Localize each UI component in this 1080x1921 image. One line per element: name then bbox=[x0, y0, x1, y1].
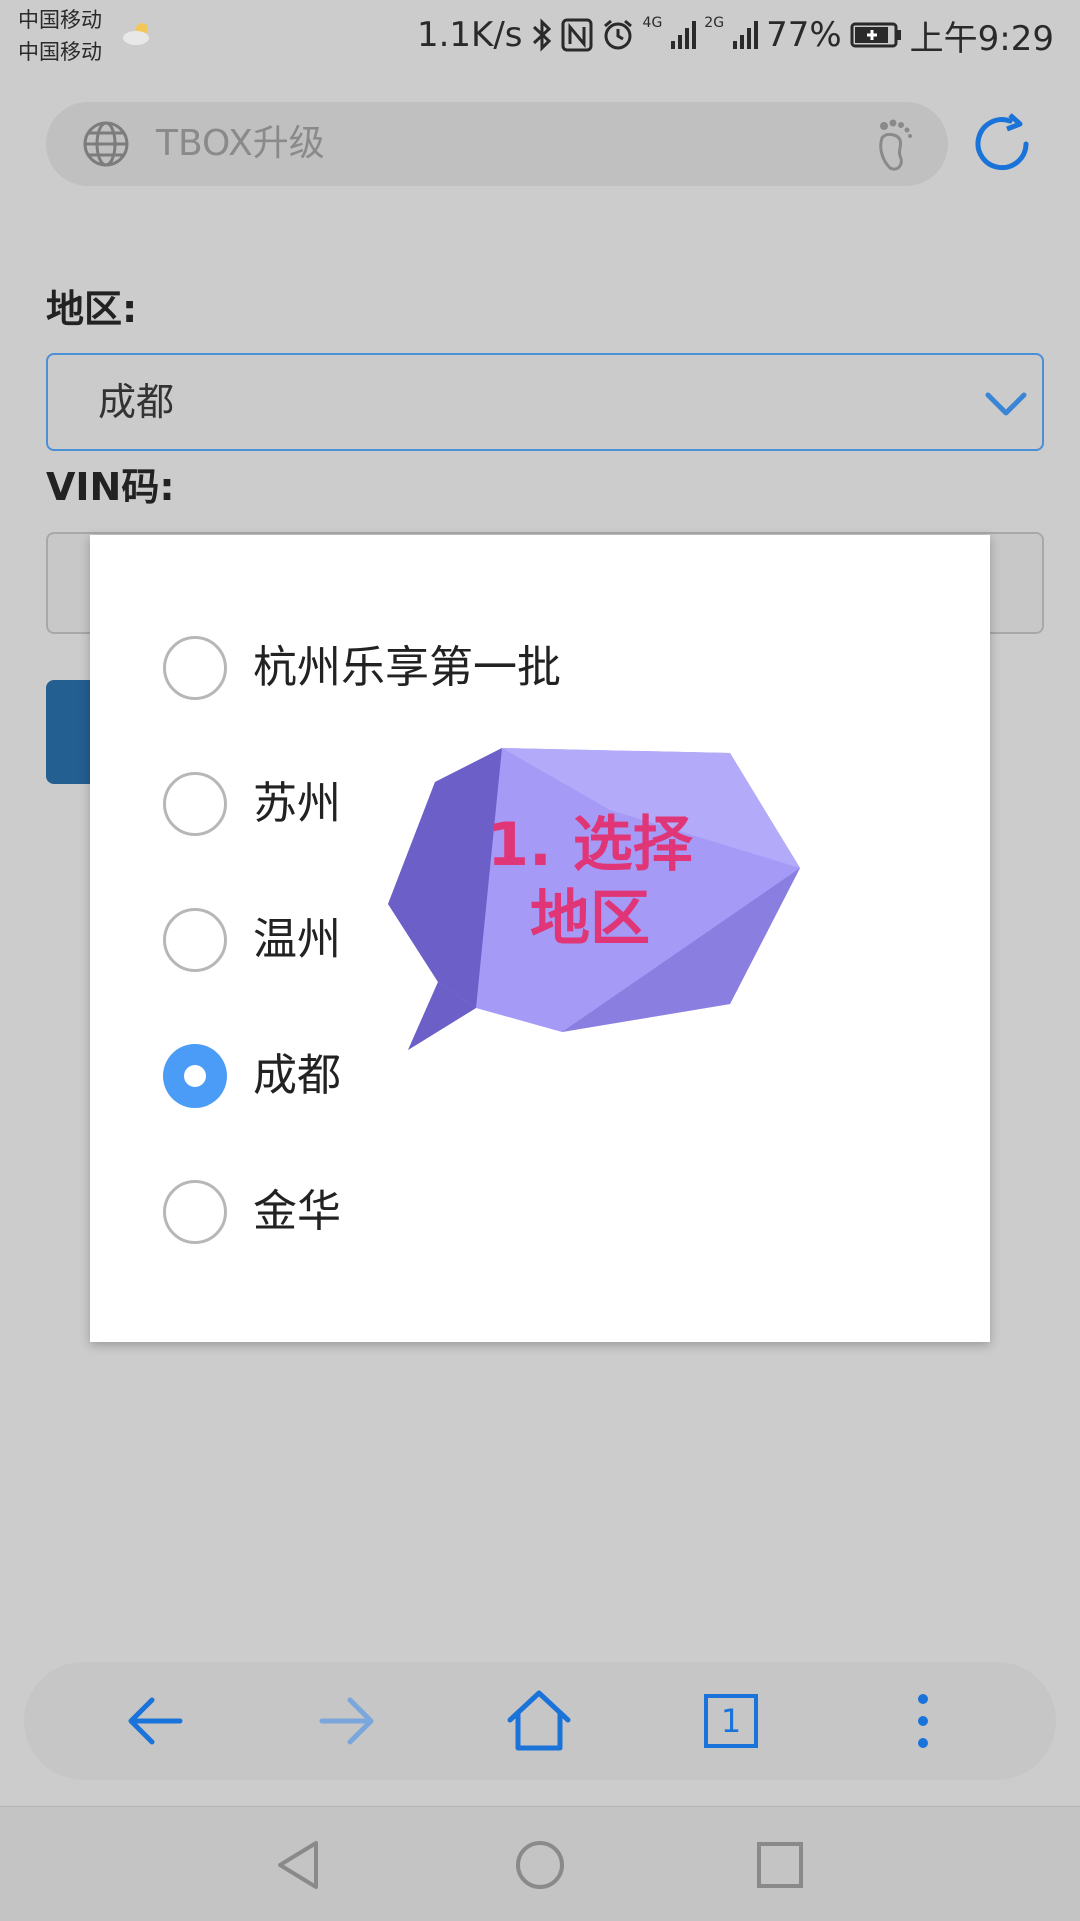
radio-button[interactable] bbox=[163, 1180, 227, 1244]
option-label: 苏州 bbox=[253, 778, 341, 829]
battery-percent: 77% bbox=[766, 15, 842, 55]
radio-button-checked[interactable] bbox=[163, 1044, 227, 1108]
carrier-1: 中国移动 bbox=[18, 8, 102, 32]
nav-home-icon[interactable] bbox=[512, 1837, 568, 1893]
annotation-text: 1. 选择 地区 bbox=[465, 808, 715, 956]
globe-icon bbox=[83, 121, 129, 167]
address-bar[interactable]: TBOX升级 bbox=[46, 102, 948, 186]
clock: 上午9:29 bbox=[909, 18, 1054, 59]
reload-icon[interactable] bbox=[970, 112, 1034, 176]
annotation-line-1: 1. 选择 bbox=[487, 810, 693, 880]
option-jinhua[interactable]: 金华 bbox=[90, 1143, 990, 1279]
address-text: TBOX升级 bbox=[156, 123, 325, 164]
radio-button[interactable] bbox=[163, 908, 227, 972]
vin-label: VIN码: bbox=[46, 465, 175, 509]
battery-icon bbox=[850, 22, 901, 48]
forward-icon[interactable] bbox=[312, 1686, 382, 1756]
system-nav-bar bbox=[0, 1806, 1080, 1921]
option-label: 杭州乐享第一批 bbox=[253, 642, 561, 693]
back-icon[interactable] bbox=[120, 1686, 190, 1756]
home-icon[interactable] bbox=[504, 1686, 574, 1756]
alarm-icon bbox=[603, 19, 632, 50]
option-label: 成都 bbox=[253, 1050, 341, 1101]
browser-toolbar: 1 bbox=[24, 1662, 1056, 1780]
status-right: 1.1K/s 4G 2G 77% 上午9:29 bbox=[416, 12, 1054, 59]
radio-button[interactable] bbox=[163, 772, 227, 836]
region-select-value: 成都 bbox=[98, 380, 175, 424]
option-hangzhou[interactable]: 杭州乐享第一批 bbox=[90, 599, 990, 735]
region-select[interactable]: 成都 bbox=[46, 353, 1044, 451]
nav-back-icon[interactable] bbox=[272, 1837, 328, 1893]
option-label: 温州 bbox=[253, 914, 341, 965]
signal-icon-2 bbox=[733, 21, 759, 49]
network-label-1: 4G bbox=[642, 15, 663, 31]
nav-recents-icon[interactable] bbox=[752, 1837, 808, 1893]
network-label-2: 2G bbox=[704, 15, 725, 31]
carrier-2: 中国移动 bbox=[18, 40, 102, 64]
tabs-icon[interactable]: 1 bbox=[696, 1686, 766, 1756]
radio-button[interactable] bbox=[163, 636, 227, 700]
footprint-icon[interactable] bbox=[868, 116, 918, 172]
status-bar: 中国移动 中国移动 1.1K/s 4G 2G 77% 上午9:29 bbox=[0, 0, 1080, 70]
nfc-icon bbox=[561, 18, 593, 52]
bluetooth-icon bbox=[532, 18, 551, 52]
signal-icon bbox=[671, 21, 697, 49]
network-speed: 1.1K/s bbox=[416, 15, 523, 55]
region-label: 地区: bbox=[46, 287, 138, 331]
chevron-down-icon bbox=[985, 392, 1027, 416]
annotation-line-2: 地区 bbox=[530, 884, 650, 954]
option-label: 金华 bbox=[253, 1186, 341, 1237]
weather-icon bbox=[123, 23, 149, 45]
tabs-count: 1 bbox=[720, 1702, 742, 1740]
more-icon[interactable] bbox=[888, 1686, 958, 1756]
